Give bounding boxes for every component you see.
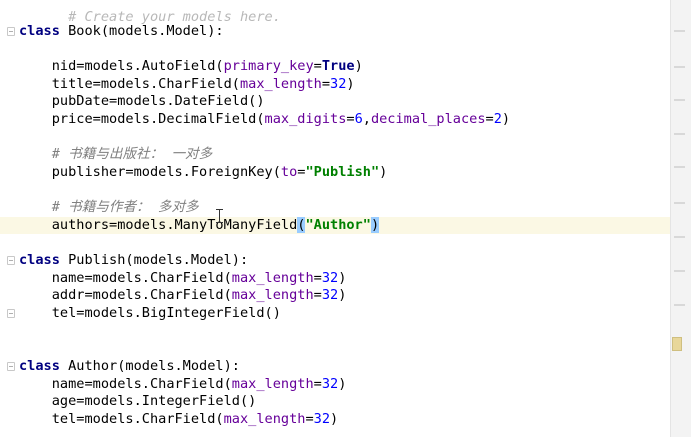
code-line-book-title: title=models.CharField(max_length=32) [19, 76, 355, 93]
scrollbar-thumb[interactable] [672, 337, 682, 351]
code-text: ) [379, 164, 388, 180]
code-text: age=models.IntegerField() [19, 393, 257, 409]
code-line-book-price: price=models.DecimalField(max_digits=6,d… [19, 111, 510, 128]
text-cursor-icon [216, 209, 223, 223]
scroll-marker [674, 99, 685, 101]
code-line-author-tel: tel=models.CharField(max_length=32) [19, 411, 338, 428]
matched-brace: ) [370, 217, 380, 233]
scroll-marker [674, 66, 685, 68]
code-text: name=models.CharField( [19, 270, 232, 286]
code-text: tel=models.CharField( [19, 411, 224, 427]
code-line-publish-addr: addr=models.CharField(max_length=32) [19, 287, 347, 304]
number-literal: 2 [493, 111, 502, 127]
kwarg-name: max_length [231, 270, 314, 286]
code-line-class-publish: class Publish(models.Model): [19, 252, 248, 269]
vertical-scrollbar[interactable] [670, 0, 691, 437]
code-text: , [362, 111, 371, 127]
code-text: ) [501, 111, 511, 127]
kwarg-name: max_digits [264, 111, 347, 127]
code-text: = [305, 411, 314, 427]
comment-text: # 书籍与出版社： 一对多 [19, 146, 213, 162]
code-line-class-book: class Book(models.Model): [19, 23, 224, 40]
code-line-comment-top: # Create your models here. [19, 0, 281, 25]
code-text: price=models.DecimalField( [19, 111, 265, 127]
comment-text: # 书籍与作者： 多对多 [19, 199, 199, 215]
kwarg-name: primary_key [223, 58, 314, 74]
scroll-marker [674, 133, 685, 135]
code-line-publish-name: name=models.CharField(max_length=32) [19, 270, 347, 287]
code-text: nid=models.AutoField( [19, 58, 224, 74]
code-text: ) [338, 287, 347, 303]
number-literal: 32 [321, 287, 339, 303]
fold-toggle-icon[interactable] [7, 309, 15, 318]
code-text: authors=models.ManyToManyField [19, 217, 298, 233]
code-text: = [346, 111, 355, 127]
code-text: addr=models.CharField( [19, 287, 232, 303]
fold-toggle-icon[interactable] [7, 256, 15, 265]
code-text: = [321, 76, 331, 92]
scroll-marker [674, 166, 685, 168]
code-text: ) [338, 270, 347, 286]
scroll-marker [674, 236, 685, 238]
code-text: ) [346, 76, 355, 92]
string-literal: "Author" [305, 217, 371, 233]
code-text: ) [330, 411, 339, 427]
code-text: = [485, 111, 494, 127]
number-literal: 6 [354, 111, 363, 127]
string-literal: "Publish" [305, 164, 380, 180]
kwarg-name: max_length [231, 376, 314, 392]
code-text: name=models.CharField( [19, 376, 232, 392]
code-line-publish-tel: tel=models.BigIntegerField() [19, 305, 281, 322]
keyword: True [321, 58, 355, 74]
code-text: publisher=models.ForeignKey( [19, 164, 281, 180]
kwarg-name: decimal_places [370, 111, 486, 127]
keyword: class [19, 358, 60, 374]
code-line-author-name: name=models.CharField(max_length=32) [19, 376, 347, 393]
code-text: title=models.CharField( [19, 76, 240, 92]
kwarg-name: max_length [231, 287, 314, 303]
scroll-marker [674, 30, 685, 32]
kwarg-name: max_length [239, 76, 322, 92]
code-text: = [313, 270, 322, 286]
number-literal: 32 [330, 76, 347, 92]
code-text: ) [354, 58, 363, 74]
code-text: Book(models.Model): [59, 23, 224, 39]
scroll-marker [674, 270, 685, 272]
code-text: = [313, 58, 322, 74]
code-line-author-age: age=models.IntegerField() [19, 393, 257, 410]
code-text: ) [338, 376, 347, 392]
fold-toggle-icon[interactable] [7, 362, 15, 371]
code-line-book-nid: nid=models.AutoField(primary_key=True) [19, 58, 363, 75]
code-text: Publish(models.Model): [59, 252, 249, 268]
code-text: = [313, 376, 322, 392]
number-literal: 32 [321, 376, 339, 392]
code-line-book-publisher: publisher=models.ForeignKey(to="Publish"… [19, 164, 388, 181]
code-editor[interactable]: # Create your models here. class Book(mo… [0, 0, 691, 437]
keyword: class [19, 252, 60, 268]
code-line-comment-author: # 书籍与作者： 多对多 [19, 199, 199, 216]
kwarg-name: max_length [223, 411, 306, 427]
kwarg-name: to [280, 164, 298, 180]
number-literal: 32 [313, 411, 331, 427]
keyword: class [19, 23, 60, 39]
number-literal: 32 [321, 270, 339, 286]
code-line-comment-publish: # 书籍与出版社： 一对多 [19, 146, 213, 163]
code-text: = [313, 287, 322, 303]
code-line-book-authors-current: authors=models.ManyToManyField("Author") [0, 217, 670, 234]
fold-toggle-icon[interactable] [7, 27, 15, 36]
code-line-class-author: class Author(models.Model): [19, 358, 240, 375]
code-text: Author(models.Model): [59, 358, 240, 374]
scroll-marker [674, 304, 685, 306]
code-text: tel=models.BigIntegerField() [19, 305, 281, 321]
code-line-book-pubdate: pubDate=models.DateField() [19, 93, 265, 110]
code-text: pubDate=models.DateField() [19, 93, 265, 109]
scroll-marker [674, 202, 685, 204]
